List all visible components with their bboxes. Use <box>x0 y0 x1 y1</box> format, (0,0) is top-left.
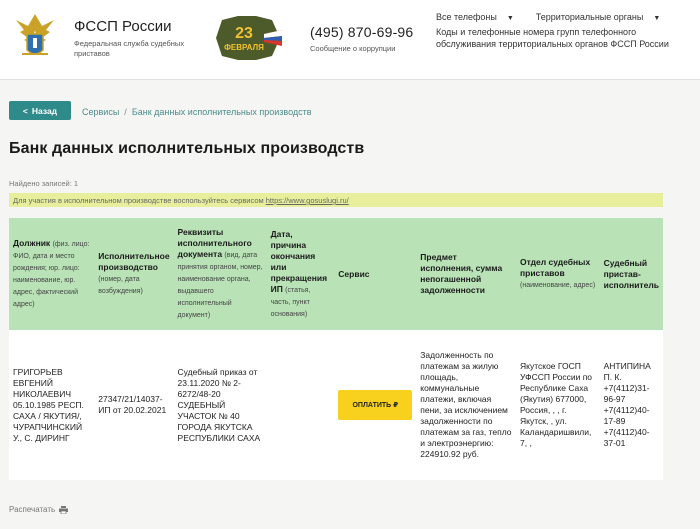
pay-button-label: ОПЛАТИТЬ <box>352 401 392 409</box>
col-end: Дата, причина окончания или прекращения … <box>266 218 335 330</box>
col-department: Отдел судебных приставов (наименование, а… <box>516 218 600 330</box>
caret-down-icon: ▼ <box>506 15 514 22</box>
page-title: Банк данных исполнительных производств <box>9 140 365 157</box>
col-subject: Предмет исполнения, сумма непогашенной з… <box>416 218 516 330</box>
breadcrumb-current: Банк данных исполнительных производств <box>131 107 312 117</box>
cell-proceeding: 27347/21/14037-ИП от 20.02.2021 <box>94 330 174 480</box>
col-title: Исполнительное производство <box>98 251 170 272</box>
cell-service: ОПЛАТИТЬ ₽ <box>334 330 417 480</box>
fssp-emblem-icon[interactable] <box>10 10 60 64</box>
records-found-label: Найдено записей: <box>9 179 72 188</box>
records-found-count: 1 <box>73 179 79 188</box>
gosuslugi-link[interactable]: https://www.gosuslugi.ru/ <box>266 196 349 205</box>
proceedings-table: Должник (физ. лицо: ФИО, дата и место ро… <box>9 218 663 480</box>
col-service: Сервис <box>334 218 417 330</box>
printer-icon <box>59 505 69 514</box>
caret-down-icon: ▼ <box>653 15 661 22</box>
gosuslugi-notice: Для участия в исполнительном производств… <box>9 193 663 207</box>
cell-subject: Задолженность по платежам за жилую площа… <box>416 330 516 480</box>
cell-debtor: ГРИГОРЬЕВ ЕВГЕНИЙ НИКОЛАЕВИЧ 05.10.1985 … <box>9 330 95 480</box>
col-title: Предмет исполнения, сумма непогашенной з… <box>420 252 503 295</box>
col-debtor: Должник (физ. лицо: ФИО, дата и место ро… <box>9 218 95 330</box>
territorial-dropdown[interactable]: Территориальные органы ▼ <box>536 12 660 22</box>
table-header-row: Должник (физ. лицо: ФИО, дата и место ро… <box>9 218 663 330</box>
pay-button[interactable]: ОПЛАТИТЬ ₽ <box>338 390 413 420</box>
col-title: Отдел судебных приставов <box>520 257 591 278</box>
breadcrumb-separator: / <box>124 107 127 117</box>
col-bailiff: Судебный пристав-исполнитель <box>599 218 663 330</box>
col-document: Реквизиты исполнительного документа (вид… <box>173 218 267 330</box>
cell-end <box>266 330 335 480</box>
breadcrumb: Сервисы / Банк данных исполнительных произ… <box>82 107 312 117</box>
ruble-icon: ₽ <box>393 401 399 409</box>
corruption-report-link[interactable]: Сообщение о коррупции <box>310 44 413 53</box>
records-found: Найдено записей: 1 <box>9 179 78 188</box>
promo-word: ФЕВРАЛЯ <box>224 43 264 52</box>
phone-block: (495) 870-69-96 Сообщение о коррупции <box>310 24 413 53</box>
back-button[interactable]: < Назад <box>9 101 71 120</box>
phone-codes-link[interactable]: Коды и телефонные номера групп телефонно… <box>436 26 676 50</box>
chevron-left-icon: < <box>22 105 28 116</box>
col-title: Сервис <box>338 268 370 279</box>
col-title: Судебный пристав-исполнитель <box>603 257 659 290</box>
brand-title: ФССП России <box>74 18 172 35</box>
col-title: Должник <box>13 238 51 248</box>
col-sub: (номер, дата возбуждения) <box>98 276 143 295</box>
cell-bailiff: АНТИПИНА П. К. +7(4112)31-96-97 +7(4112)… <box>599 330 663 480</box>
col-title: Дата, причина окончания или прекращения … <box>270 228 328 294</box>
site-header: ФССП России Федеральная служба судебных … <box>0 0 700 80</box>
col-proceeding: Исполнительное производство (номер, дата … <box>94 218 174 330</box>
brand-subtitle: Федеральная служба судебных приставов <box>74 39 185 58</box>
col-sub: (вид, дата принятия органом, номер, наим… <box>177 252 263 319</box>
holiday-promo-badge[interactable]: 23 ФЕВРАЛЯ <box>208 12 286 64</box>
notice-text: Для участия в исполнительном производств… <box>13 196 264 205</box>
back-button-label: Назад <box>31 105 58 116</box>
col-sub: (физ. лицо: ФИО, дата и место рождения; … <box>13 241 90 308</box>
cell-document: Судебный приказ от 23.11.2020 № 2-6272/4… <box>173 330 267 480</box>
header-nav: Все телефоны ▼ Территориальные органы ▼ Ко… <box>436 12 698 50</box>
brand-block[interactable]: ФССП России Федеральная служба судебных … <box>74 18 204 59</box>
print-label: Распечатать <box>9 505 56 514</box>
all-phones-dropdown[interactable]: Все телефоны ▼ <box>436 12 514 22</box>
hotline-phone[interactable]: (495) 870-69-96 <box>310 24 413 40</box>
col-sub: (наименование, адрес) <box>520 282 596 289</box>
cell-department: Якутское ГОСП УФССП России по Республике… <box>516 330 600 480</box>
breadcrumb-services[interactable]: Сервисы <box>82 107 119 117</box>
all-phones-label: Все телефоны <box>436 12 497 22</box>
table-row: ГРИГОРЬЕВ ЕВГЕНИЙ НИКОЛАЕВИЧ 05.10.1985 … <box>9 330 663 480</box>
promo-number: 23 <box>235 25 253 42</box>
print-link[interactable]: Распечатать <box>9 505 69 514</box>
territorial-label: Территориальные органы <box>535 12 644 22</box>
